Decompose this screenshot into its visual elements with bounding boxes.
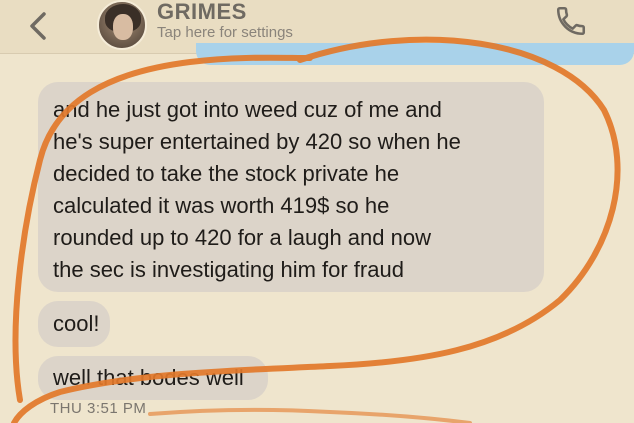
message-line: the sec is investigating him for fraud — [53, 257, 404, 282]
message-text: well that bodes well — [53, 365, 244, 390]
contact-name[interactable]: GRIMES — [157, 0, 247, 25]
message-line: he's super entertained by 420 so when he — [53, 129, 461, 154]
conversation-screen: GRIMES Tap here for settings and he just… — [0, 0, 634, 423]
chevron-left-icon — [30, 12, 46, 40]
phone-icon — [556, 6, 586, 36]
sent-message-bubble[interactable] — [196, 43, 634, 65]
message-line: and he just got into weed cuz of me and — [53, 97, 442, 122]
message-line: decided to take the stock private he — [53, 161, 400, 186]
avatar-face — [113, 14, 133, 40]
call-button[interactable] — [554, 4, 588, 38]
message-timestamp: THU 3:51 PM — [50, 400, 147, 417]
received-message-bubble[interactable]: cool! — [38, 301, 110, 347]
settings-hint[interactable]: Tap here for settings — [157, 24, 293, 41]
message-text: cool! — [53, 311, 100, 336]
contact-avatar[interactable] — [97, 0, 147, 50]
message-line: rounded up to 420 for a laugh and now — [53, 225, 431, 250]
received-message-bubble[interactable]: and he just got into weed cuz of me and … — [38, 82, 544, 292]
message-line: calculated it was worth 419$ so he — [53, 193, 390, 218]
received-message-bubble[interactable]: well that bodes well — [38, 356, 268, 400]
back-button[interactable] — [24, 6, 54, 46]
